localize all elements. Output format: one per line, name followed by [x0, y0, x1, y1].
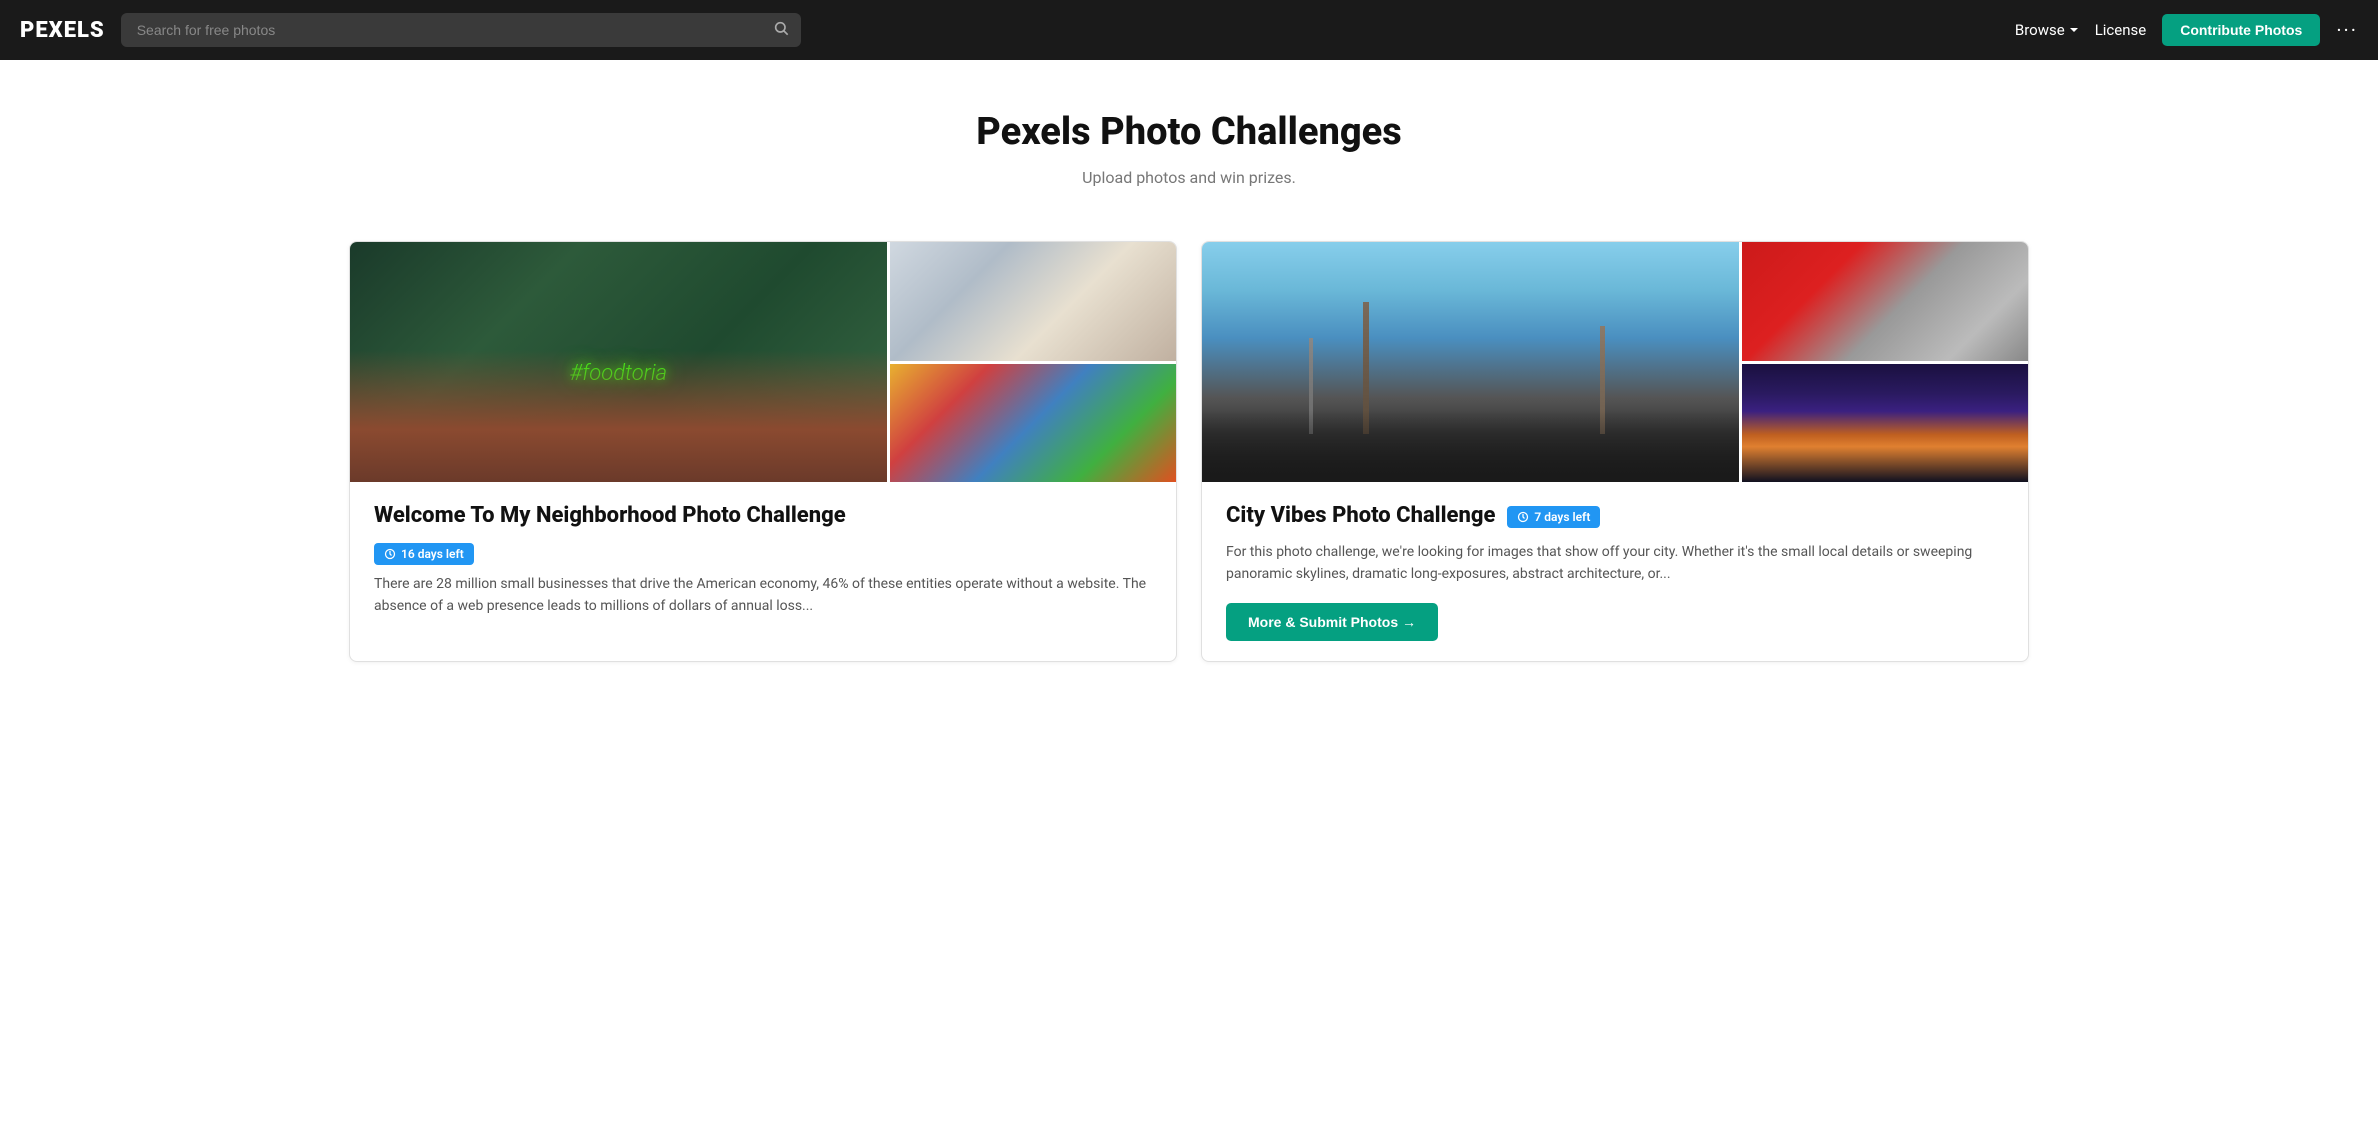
neighborhood-days-badge: 16 days left: [374, 543, 474, 565]
contribute-button[interactable]: Contribute Photos: [2162, 14, 2320, 46]
neighborhood-main-photo: [350, 242, 887, 482]
city-side-photos: [1739, 242, 2028, 482]
city-title: City Vibes Photo Challenge: [1226, 502, 1495, 531]
neighborhood-collage: [350, 242, 1176, 482]
logo[interactable]: PEXELS: [20, 18, 105, 43]
page-subtitle: Upload photos and win prizes.: [20, 168, 2358, 187]
city-photo-night-skyline: [1742, 364, 2028, 483]
challenges-grid: Welcome To My Neighborhood Photo Challen…: [289, 217, 2089, 702]
city-days-badge: 7 days left: [1507, 506, 1600, 528]
search-input[interactable]: [121, 13, 801, 47]
license-link[interactable]: License: [2095, 21, 2147, 39]
page-title: Pexels Photo Challenges: [20, 110, 2358, 154]
city-description: For this photo challenge, we're looking …: [1226, 541, 2004, 586]
city-cta-button[interactable]: More & Submit Photos →: [1226, 603, 1438, 641]
navbar: PEXELS Browse License Contribute Photos …: [0, 0, 2378, 60]
city-collage: [1202, 242, 2028, 482]
neighborhood-photo-top: [890, 242, 1176, 361]
neighborhood-title: Welcome To My Neighborhood Photo Challen…: [374, 502, 1152, 531]
hero-section: Pexels Photo Challenges Upload photos an…: [0, 60, 2378, 217]
neighborhood-challenge-card: Welcome To My Neighborhood Photo Challen…: [349, 241, 1177, 662]
more-options-button[interactable]: ···: [2336, 18, 2358, 42]
city-photo-subway: [1742, 242, 2028, 361]
neighborhood-card-body: Welcome To My Neighborhood Photo Challen…: [350, 482, 1176, 637]
city-challenge-card: City Vibes Photo Challenge 7 days left F…: [1201, 241, 2029, 662]
browse-menu[interactable]: Browse: [2015, 21, 2079, 39]
city-main-photo: [1202, 242, 1739, 482]
city-card-body: City Vibes Photo Challenge 7 days left F…: [1202, 482, 2028, 661]
neighborhood-side-photos: [887, 242, 1176, 482]
neighborhood-photo-bottom: [890, 364, 1176, 483]
search-icon: [773, 20, 789, 40]
neighborhood-description: There are 28 million small businesses th…: [374, 573, 1152, 618]
search-bar: [121, 13, 801, 47]
